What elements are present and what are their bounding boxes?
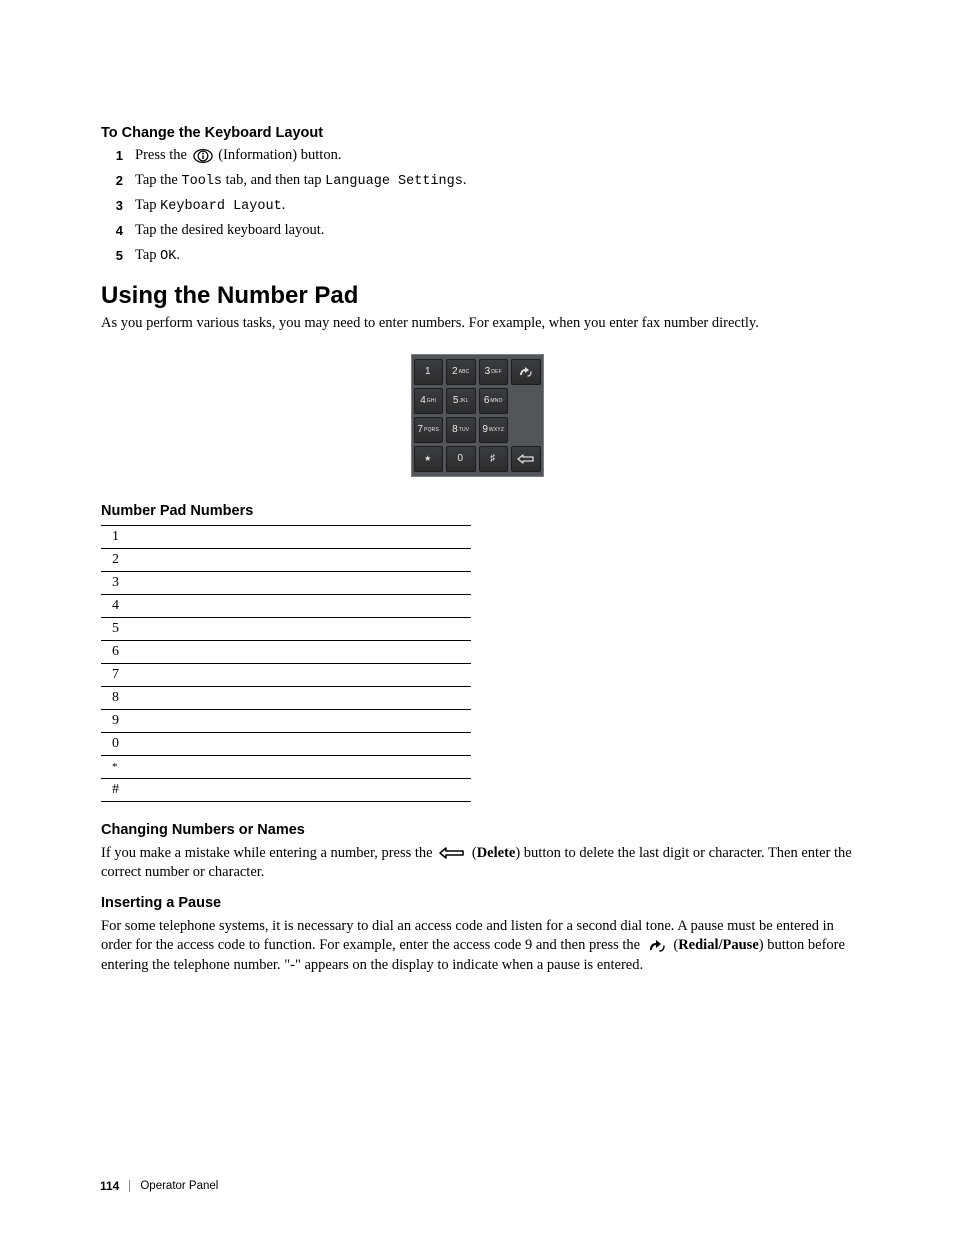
step-number: 2	[101, 173, 123, 188]
step-text: Tap Keyboard Layout.	[135, 197, 285, 214]
heading-number-pad-numbers: Number Pad Numbers	[101, 503, 853, 519]
key-4: 4GHI	[414, 388, 444, 414]
heading-inserting-pause: Inserting a Pause	[101, 895, 853, 911]
key-redial-pause	[511, 359, 541, 385]
table-row: 0	[101, 732, 471, 755]
table-cell: 7	[101, 663, 471, 686]
step-text: Press the (Information) button.	[135, 147, 341, 164]
step-text: Tap the Tools tab, and then tap Language…	[135, 172, 466, 189]
table-cell: 2	[101, 548, 471, 571]
table-row: 7	[101, 663, 471, 686]
key-1: 1	[414, 359, 444, 385]
heading-using-number-pad: Using the Number Pad	[101, 282, 853, 310]
key-star: ★	[414, 446, 444, 472]
chapter-title: Operator Panel	[140, 1180, 218, 1192]
table-row: #	[101, 778, 471, 801]
page-number: 114	[100, 1179, 119, 1193]
key-blank	[511, 388, 541, 414]
step-number: 3	[101, 198, 123, 213]
heading-changing-numbers: Changing Numbers or Names	[101, 822, 853, 838]
key-8: 8TUV	[446, 417, 476, 443]
key-7: 7PQRS	[414, 417, 444, 443]
table-cell: *	[101, 755, 471, 778]
paragraph-inserting-pause: For some telephone systems, it is necess…	[101, 917, 853, 976]
key-5: 5JKL	[446, 388, 476, 414]
table-cell: 9	[101, 709, 471, 732]
table-cell: 6	[101, 640, 471, 663]
table-row: 4	[101, 594, 471, 617]
heading-change-keyboard-layout: To Change the Keyboard Layout	[101, 125, 853, 141]
number-pad-table: 1 2 3 4 5 6 7 8 9 0 * #	[101, 525, 471, 802]
intro-paragraph: As you perform various tasks, you may ne…	[101, 314, 853, 334]
table-row: 5	[101, 617, 471, 640]
steps-list: 1 Press the (Information) button. 2 Tap …	[101, 147, 853, 264]
delete-arrow-icon	[439, 847, 465, 859]
table-cell: 1	[101, 525, 471, 548]
table-cell: 3	[101, 571, 471, 594]
table-row: 8	[101, 686, 471, 709]
key-blank	[511, 417, 541, 443]
redial-pause-icon	[647, 939, 667, 953]
table-cell: 5	[101, 617, 471, 640]
table-row: 9	[101, 709, 471, 732]
table-cell: #	[101, 778, 471, 801]
paragraph-changing-numbers: If you make a mistake while entering a n…	[101, 844, 853, 883]
table-row: 3	[101, 571, 471, 594]
key-6: 6MNO	[479, 388, 509, 414]
table-cell: 4	[101, 594, 471, 617]
information-icon	[193, 148, 213, 164]
number-pad-image: 1 2ABC 3DEF 4GHI 5JKL 6MNO 7PQRS 8TUV 9W…	[411, 354, 544, 477]
key-9: 9WXYZ	[479, 417, 509, 443]
footer-divider	[129, 1180, 130, 1192]
page-footer: 114 Operator Panel	[100, 1179, 218, 1193]
table-row: 1	[101, 525, 471, 548]
table-row: 6	[101, 640, 471, 663]
key-delete	[511, 446, 541, 472]
step-text: Tap OK.	[135, 247, 180, 264]
step-number: 4	[101, 223, 123, 238]
key-hash: ♯	[479, 446, 509, 472]
key-3: 3DEF	[479, 359, 509, 385]
key-2: 2ABC	[446, 359, 476, 385]
step-number: 5	[101, 248, 123, 263]
key-0: 0	[446, 446, 476, 472]
table-cell: 0	[101, 732, 471, 755]
table-row: 2	[101, 548, 471, 571]
step-number: 1	[101, 148, 123, 163]
table-cell: 8	[101, 686, 471, 709]
step-text: Tap the desired keyboard layout.	[135, 222, 324, 239]
table-row: *	[101, 755, 471, 778]
